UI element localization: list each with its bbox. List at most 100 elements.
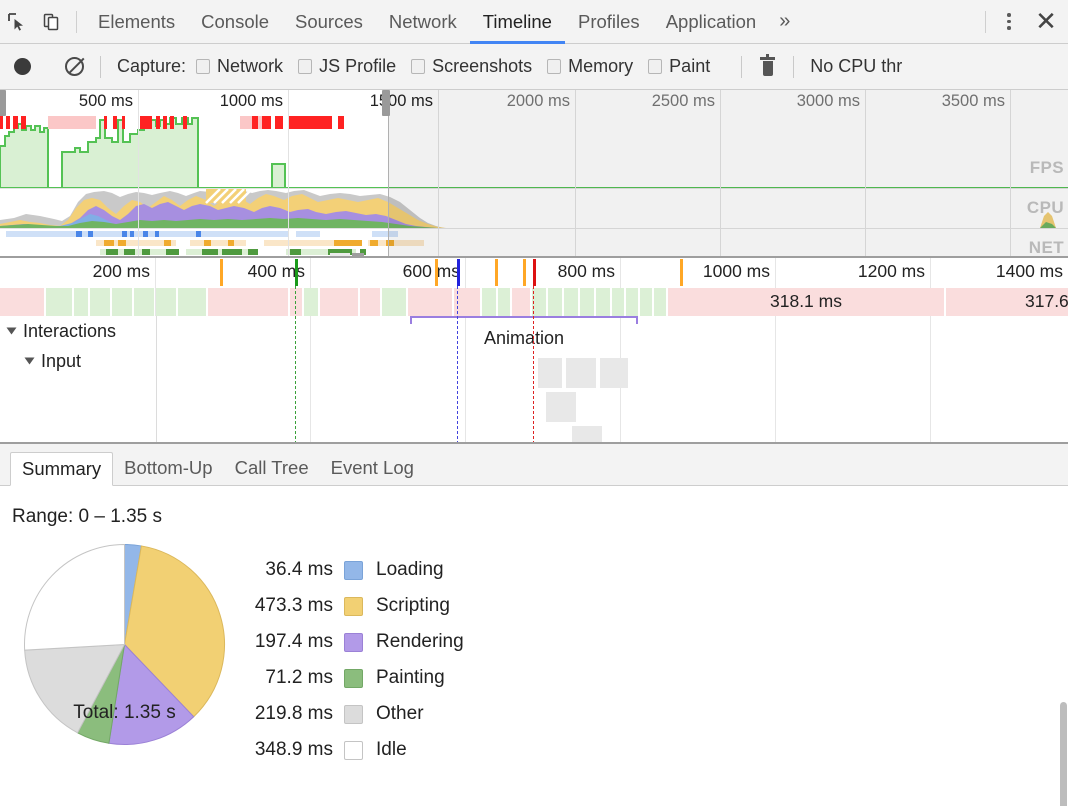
legend-swatch-scripting xyxy=(344,596,363,616)
frame[interactable] xyxy=(498,288,510,316)
tab-profiles[interactable]: Profiles xyxy=(565,0,653,44)
frame[interactable] xyxy=(612,288,624,316)
event-marker[interactable] xyxy=(435,259,438,286)
tab-label: Network xyxy=(388,10,457,32)
checkbox-js-profile[interactable]: JS Profile xyxy=(298,56,396,77)
tab-application[interactable]: Application xyxy=(653,0,770,44)
tab-label: Application xyxy=(665,10,757,32)
frame[interactable] xyxy=(626,288,638,316)
more-tabs-icon[interactable]: » xyxy=(769,0,800,44)
details-tabs: Summary Bottom-Up Call Tree Event Log xyxy=(0,444,1068,486)
frame[interactable] xyxy=(304,288,318,316)
legend-row-loading[interactable]: 36.4 ms Loading xyxy=(236,552,464,588)
checkbox-box[interactable] xyxy=(547,59,562,74)
legend-row-scripting[interactable]: 473.3 ms Scripting xyxy=(236,588,464,624)
frame[interactable] xyxy=(156,288,176,316)
event-marker[interactable] xyxy=(523,259,526,286)
event-marker[interactable] xyxy=(680,259,683,286)
event-marker[interactable] xyxy=(533,259,536,286)
tab-summary[interactable]: Summary xyxy=(10,452,114,486)
frame[interactable] xyxy=(408,288,452,316)
input-event-block[interactable] xyxy=(546,392,576,422)
frame[interactable] xyxy=(90,288,110,316)
close-icon[interactable]: ✕ xyxy=(1024,0,1068,44)
device-toolbar-icon[interactable] xyxy=(34,0,68,44)
frame[interactable] xyxy=(112,288,132,316)
checkbox-memory[interactable]: Memory xyxy=(547,56,633,77)
tab-network[interactable]: Network xyxy=(376,0,470,44)
frame[interactable] xyxy=(382,288,406,316)
frame[interactable] xyxy=(548,288,562,316)
event-marker[interactable] xyxy=(220,259,223,286)
legend-row-painting[interactable]: 71.2 ms Painting xyxy=(236,660,464,696)
chevron-down-icon[interactable] xyxy=(24,357,35,365)
legend-row-other[interactable]: 219.8 ms Other xyxy=(236,696,464,732)
frame[interactable] xyxy=(134,288,154,316)
tab-event-log[interactable]: Event Log xyxy=(320,451,425,485)
tab-timeline[interactable]: Timeline xyxy=(469,0,566,44)
frame[interactable] xyxy=(580,288,594,316)
frame[interactable] xyxy=(74,288,88,316)
overview-window-handle-right[interactable] xyxy=(382,90,390,116)
drawer-scrollbar[interactable] xyxy=(1060,702,1067,806)
timeline-overview[interactable]: 500 ms 1000 ms 1500 ms 2000 ms 2500 ms 3… xyxy=(0,90,1068,256)
input-event-block[interactable] xyxy=(538,358,562,388)
event-marker[interactable] xyxy=(457,259,460,286)
input-event-block[interactable] xyxy=(566,358,596,388)
tab-call-tree[interactable]: Call Tree xyxy=(224,451,320,485)
input-event-block[interactable] xyxy=(600,358,628,388)
frame[interactable] xyxy=(320,288,358,316)
legend-label: Loading xyxy=(376,559,444,580)
animation-bracket[interactable] xyxy=(410,316,638,324)
frame[interactable] xyxy=(208,288,288,316)
inspect-element-icon[interactable] xyxy=(0,0,34,44)
checkbox-box[interactable] xyxy=(411,59,426,74)
frame[interactable] xyxy=(640,288,652,316)
frame[interactable] xyxy=(290,288,302,316)
frame[interactable] xyxy=(178,288,206,316)
frame[interactable] xyxy=(0,288,44,316)
tab-sources[interactable]: Sources xyxy=(282,0,376,44)
capture-divider-2 xyxy=(741,55,743,78)
event-marker[interactable] xyxy=(295,259,298,286)
record-circle-icon[interactable] xyxy=(14,58,31,75)
track-input[interactable]: Input xyxy=(0,346,156,376)
checkbox-box[interactable] xyxy=(648,59,663,74)
checkbox-network[interactable]: Network xyxy=(196,56,283,77)
frame[interactable] xyxy=(654,288,666,316)
overview-tick-label: 500 ms xyxy=(78,92,133,110)
pie-total-label: Total: 1.35 s xyxy=(73,702,176,723)
tab-elements[interactable]: Elements xyxy=(85,0,188,44)
pie-slice-idle[interactable] xyxy=(24,543,125,651)
legend-row-rendering[interactable]: 197.4 ms Rendering xyxy=(236,624,464,660)
cpu-throttle-label[interactable]: No CPU thr xyxy=(810,56,902,77)
checkbox-paint[interactable]: Paint xyxy=(648,56,710,77)
kebab-menu-icon[interactable] xyxy=(994,0,1024,44)
legend-value: 219.8 ms xyxy=(254,703,333,724)
checkbox-screenshots[interactable]: Screenshots xyxy=(411,56,532,77)
frame[interactable] xyxy=(532,288,546,316)
overview-window-handle-left[interactable] xyxy=(0,90,6,116)
frame[interactable] xyxy=(360,288,380,316)
timeline-tick-label: 600 ms xyxy=(402,261,460,281)
frames-row[interactable]: 318.1 ms 317.6 ms xyxy=(0,288,1068,316)
checkbox-box[interactable] xyxy=(298,59,313,74)
clear-prohibited-icon[interactable] xyxy=(65,57,84,76)
event-marker[interactable] xyxy=(495,259,498,286)
frame[interactable] xyxy=(46,288,72,316)
range-label: Range: 0 – 1.35 s xyxy=(12,506,162,527)
frame[interactable] xyxy=(482,288,496,316)
tab-bottom-up[interactable]: Bottom-Up xyxy=(113,451,223,485)
track-interactions[interactable]: Interactions xyxy=(0,316,156,346)
checkbox-box[interactable] xyxy=(196,59,211,74)
frame[interactable] xyxy=(512,288,530,316)
frame[interactable] xyxy=(564,288,578,316)
overview-row-label-net: NET xyxy=(1028,238,1064,256)
chevron-down-icon[interactable] xyxy=(6,327,17,335)
frame[interactable] xyxy=(596,288,610,316)
input-event-block[interactable] xyxy=(572,426,602,442)
timeline-flame-chart[interactable]: 200 ms 400 ms 600 ms 800 ms 1000 ms 1200… xyxy=(0,256,1068,442)
tab-console[interactable]: Console xyxy=(188,0,282,44)
trash-icon[interactable] xyxy=(760,54,776,76)
legend-row-idle[interactable]: 348.9 ms Idle xyxy=(236,732,464,768)
